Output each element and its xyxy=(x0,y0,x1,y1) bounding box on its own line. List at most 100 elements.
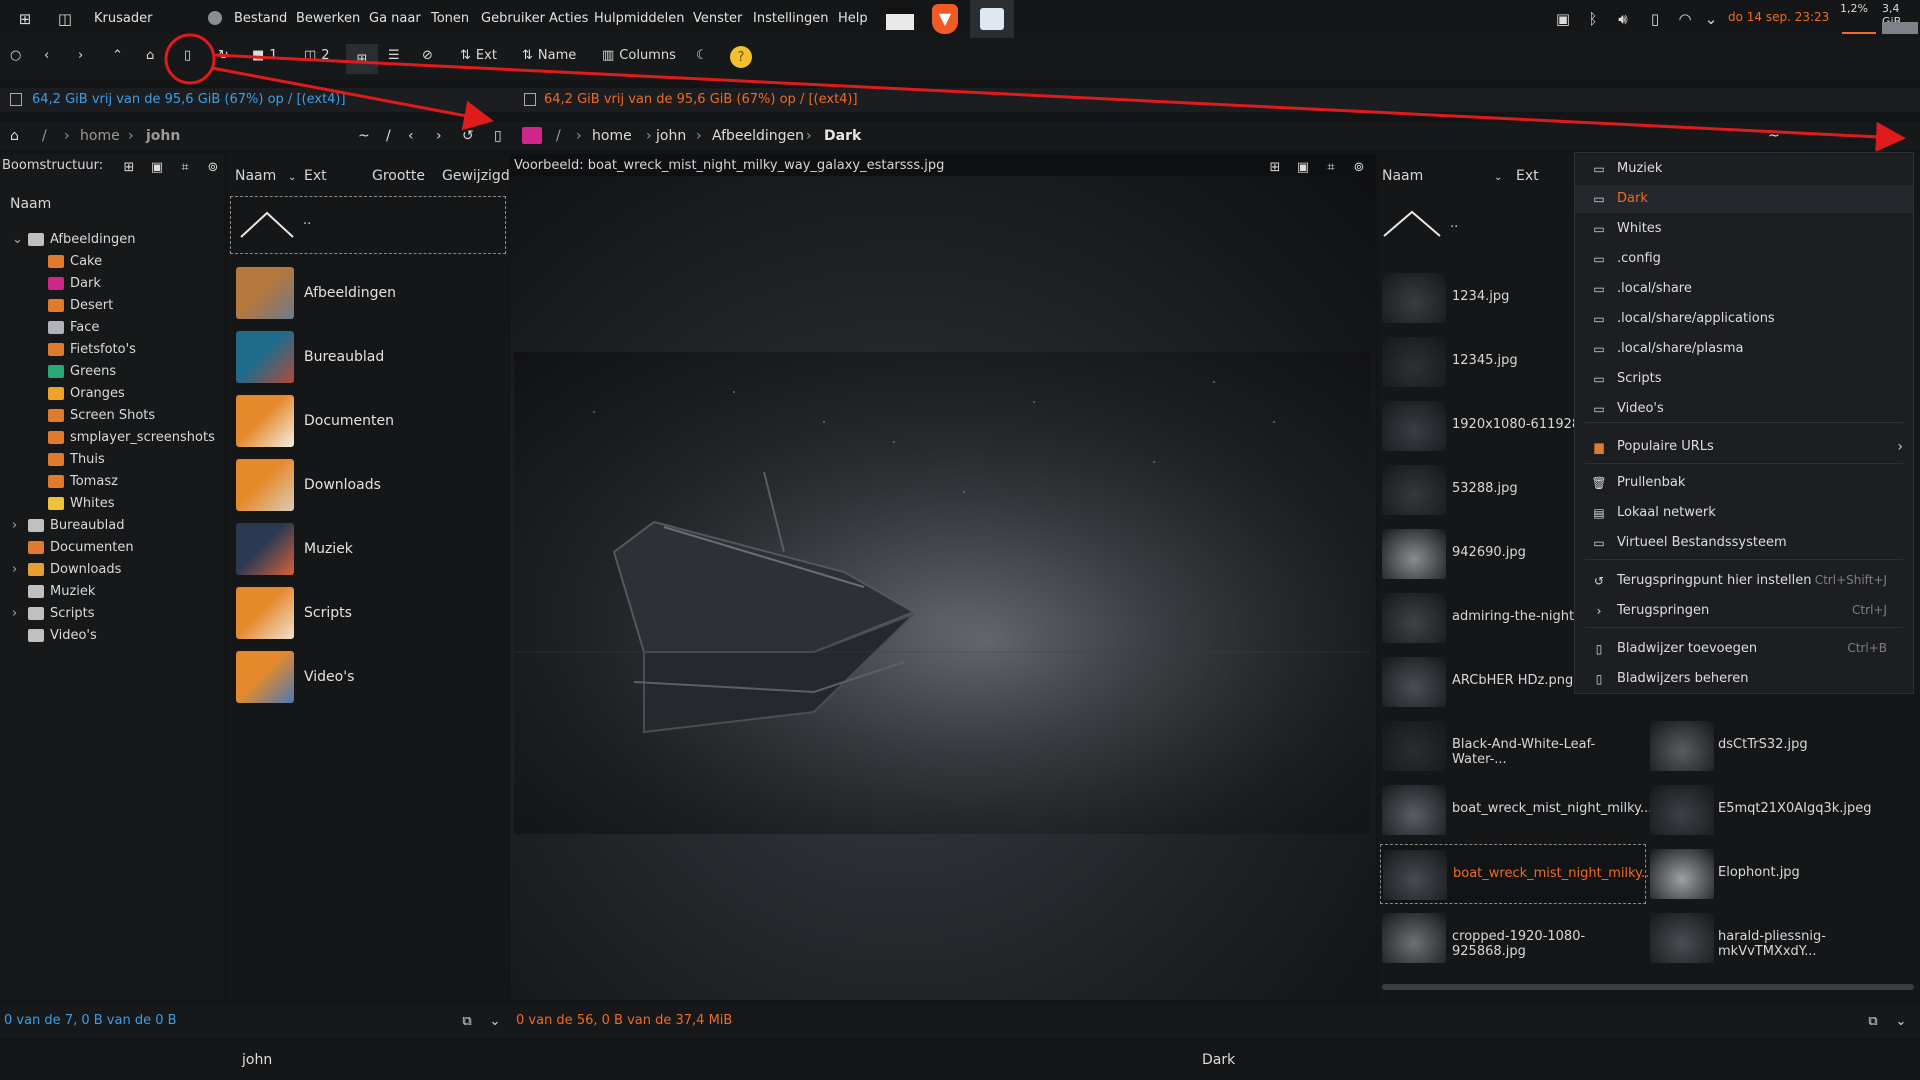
menu-ga-naar[interactable]: Ga naar xyxy=(369,11,421,26)
home-icon[interactable]: ⌂ xyxy=(146,48,154,63)
path-right-user[interactable]: john xyxy=(656,128,686,144)
root-home-icon[interactable]: ⌂ xyxy=(10,128,19,144)
tree-item[interactable]: Fietsfoto's xyxy=(48,338,136,360)
path-left-root[interactable]: / xyxy=(386,128,391,144)
path-left-home[interactable]: home xyxy=(80,128,120,144)
dual-pane-button[interactable]: ◫ 2 xyxy=(304,48,330,63)
back-icon[interactable]: ‹ xyxy=(44,48,49,63)
bookmark-item[interactable]: ▭ .local/share/applications xyxy=(1575,305,1913,333)
path-right-tilde[interactable]: ~ xyxy=(1768,128,1780,144)
tree-settings-icon[interactable]: ⊚ xyxy=(202,156,224,178)
menu-add-bookmark[interactable]: ▯ Bladwijzer toevoegen Ctrl+B xyxy=(1575,635,1913,663)
active-task-highlight[interactable] xyxy=(970,0,1014,38)
tree-item[interactable]: Video's xyxy=(28,624,97,646)
path-left-user[interactable]: john xyxy=(146,128,180,144)
sort-name-button[interactable]: ⇅ Name xyxy=(522,48,576,63)
menu-trash[interactable]: 🗑︎ Prullenbak xyxy=(1575,469,1913,497)
horizontal-scrollbar[interactable] xyxy=(1382,984,1914,990)
refresh-icon[interactable]: ↻ xyxy=(218,48,229,63)
left-free-space[interactable]: 64,2 GiB vrij van de 95,6 GiB (67%) op /… xyxy=(32,92,346,107)
file-row[interactable]: Elophont.jpg xyxy=(1648,844,1916,904)
ghost-icon[interactable]: ☾ xyxy=(696,48,708,63)
right-col-ext[interactable]: Ext xyxy=(1516,168,1539,184)
terminal-app-icon[interactable] xyxy=(886,8,914,30)
path-left-tilde[interactable]: ~ xyxy=(358,128,370,144)
col-ext[interactable]: Ext xyxy=(304,168,327,184)
right-tab[interactable]: Dark xyxy=(1202,1052,1235,1068)
path-history-icon[interactable]: ↺ xyxy=(462,128,474,144)
left-expand-icon[interactable]: ⌄ xyxy=(484,1010,506,1032)
path-bookmark-icon[interactable]: ▯ xyxy=(494,128,502,144)
folder-row[interactable]: Muziek xyxy=(236,518,500,580)
folder-row[interactable]: Scripts xyxy=(236,582,500,644)
folder-row[interactable]: Bureaublad xyxy=(236,326,500,388)
forward-icon[interactable]: › xyxy=(78,48,83,63)
stop-icon[interactable]: ○ xyxy=(10,48,21,63)
menu-gebruiker-acties[interactable]: Gebruiker Acties xyxy=(481,11,588,26)
tree-item[interactable]: Whites xyxy=(48,492,115,514)
right-col-naam[interactable]: Naam xyxy=(1382,168,1423,184)
thinking-emoji-icon[interactable]: ? xyxy=(730,46,752,68)
grid-view-icon[interactable]: ⊞ xyxy=(346,44,378,74)
right-copy-icon[interactable]: ⧉ xyxy=(1862,1010,1884,1032)
tree-item[interactable]: Oranges xyxy=(48,382,125,404)
tree-item[interactable]: Dark xyxy=(48,272,101,294)
bookmark-item[interactable]: ▭ Dark xyxy=(1575,185,1913,213)
tree-header[interactable]: Naam xyxy=(10,196,51,212)
tree-image-icon[interactable]: ▣ xyxy=(146,156,168,178)
file-row[interactable]: cropped-1920-1080-925868.jpg xyxy=(1380,908,1646,968)
right-expand-icon[interactable]: ⌄ xyxy=(1890,1010,1912,1032)
tree-item[interactable]: › Downloads xyxy=(12,558,121,580)
wifi-icon[interactable]: ◠ xyxy=(1674,8,1696,30)
path-back-icon[interactable]: ‹ xyxy=(408,128,414,144)
folder-row[interactable]: Documenten xyxy=(236,390,500,452)
menu-bestand[interactable]: Bestand xyxy=(234,11,287,26)
col-grootte[interactable]: Grootte xyxy=(372,168,425,184)
preview-crop-icon[interactable]: ⌗ xyxy=(1320,156,1342,178)
tree-item[interactable]: Face xyxy=(48,316,99,338)
columns-button[interactable]: ▥ Columns xyxy=(602,48,676,63)
path-right-home[interactable]: home xyxy=(592,128,632,144)
path-forward-icon[interactable]: › xyxy=(436,128,442,144)
col-naam[interactable]: Naam xyxy=(235,168,276,184)
tray-expand-icon[interactable]: ⌄ xyxy=(1700,8,1722,30)
left-copy-icon[interactable]: ⧉ xyxy=(456,1010,478,1032)
file-row[interactable]: boat_wreck_mist_night_milky... xyxy=(1380,780,1652,840)
tree-item[interactable]: smplayer_screenshots xyxy=(48,426,215,448)
tree-item[interactable]: › Bureaublad xyxy=(12,514,125,536)
file-row[interactable]: harald-pliessnig-mkVvTMXxdY... xyxy=(1648,908,1916,968)
folder-row[interactable]: Video's xyxy=(236,646,500,708)
single-pane-button[interactable]: ■ 1 xyxy=(252,48,278,63)
bookmark-item[interactable]: ▭ .local/share/plasma xyxy=(1575,335,1913,363)
menu-bewerken[interactable]: Bewerken xyxy=(296,11,360,26)
tree-expander-icon[interactable]: › xyxy=(12,562,17,577)
bluetooth-icon[interactable]: ᛒ xyxy=(1582,8,1604,30)
tree-item[interactable]: Screen Shots xyxy=(48,404,155,426)
bookmark-item[interactable]: ▭ .config xyxy=(1575,245,1913,273)
menu-jumpback[interactable]: › Terugspringen Ctrl+J xyxy=(1575,597,1913,625)
menu-instellingen[interactable]: Instellingen xyxy=(753,11,829,26)
menu-manage-bookmarks[interactable]: ▯ Bladwijzers beheren xyxy=(1575,665,1913,693)
bookmark-item[interactable]: ▭ Whites xyxy=(1575,215,1913,243)
tree-item[interactable]: › Scripts xyxy=(12,602,94,624)
tree-item[interactable]: Cake xyxy=(48,250,102,272)
bookmark-icon[interactable]: ▯ xyxy=(184,48,191,63)
tree-item[interactable]: Thuis xyxy=(48,448,105,470)
menu-virtual-fs[interactable]: ▭ Virtueel Bestandssysteem xyxy=(1575,529,1913,557)
preview-grid-icon[interactable]: ⊞ xyxy=(1264,156,1286,178)
tree-crop-icon[interactable]: ⌗ xyxy=(174,156,196,178)
tree-expander-icon[interactable]: ⌄ xyxy=(12,232,23,247)
updir-row[interactable]: .. xyxy=(230,196,506,254)
folder-row[interactable]: Downloads xyxy=(236,454,500,516)
tree-item[interactable]: Desert xyxy=(48,294,113,316)
volume-icon[interactable]: 🔊︎ xyxy=(1612,8,1634,30)
left-tab[interactable]: john xyxy=(242,1052,272,1068)
path-right-root[interactable]: / xyxy=(556,128,561,144)
file-row[interactable]: E5mqt21X0AIgq3k.jpeg xyxy=(1648,780,1916,840)
detail-view-icon[interactable]: ☰ xyxy=(388,48,400,63)
bookmark-item[interactable]: ▭ Video's xyxy=(1575,395,1913,423)
bookmark-item[interactable]: ▭ Muziek xyxy=(1575,155,1913,183)
sort-ext-button[interactable]: ⇅ Ext xyxy=(460,48,497,63)
menu-popular-urls[interactable]: ▆ Populaire URLs › xyxy=(1575,433,1913,461)
brave-browser-icon[interactable]: ▼ xyxy=(932,4,958,34)
